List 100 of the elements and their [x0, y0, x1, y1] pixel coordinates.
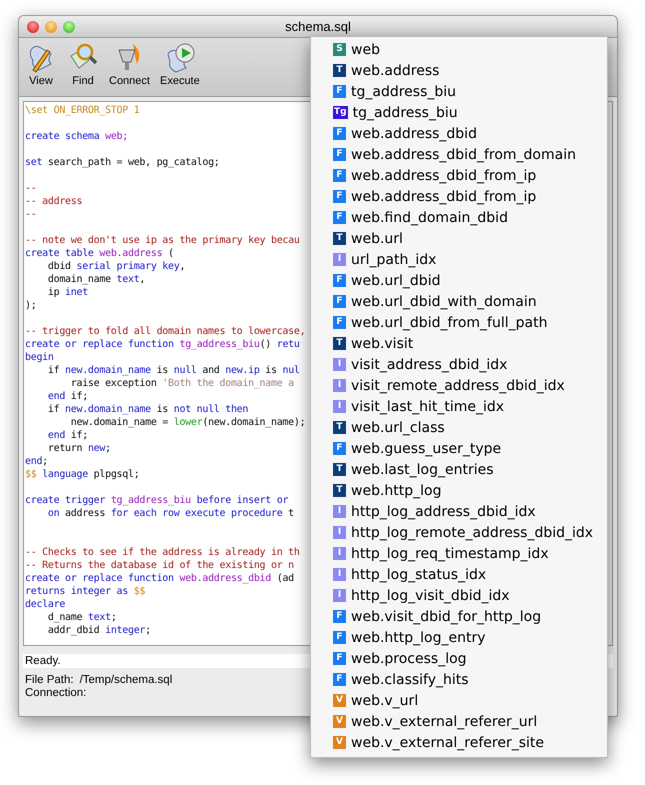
menu-item[interactable]: web.url_dbid_from_full_path [351, 314, 548, 330]
type-badge: F [333, 148, 346, 161]
menu-item[interactable]: http_log_req_timestamp_idx [351, 546, 549, 562]
menu-item[interactable]: web.address_dbid_from_domain [351, 146, 576, 162]
code-line: new.domain_name = lower(new.domain_name); [70, 416, 306, 429]
type-badge: T [333, 463, 346, 476]
type-badge: T [333, 484, 346, 497]
type-badge: T [333, 64, 346, 77]
toolbar-button[interactable]: Find [67, 42, 99, 94]
menu-item[interactable]: web.address_dbid [351, 126, 477, 142]
menu-item[interactable]: web.address_dbid_from_ip [351, 188, 536, 204]
code-line: -- address [25, 195, 82, 208]
toolbar-button[interactable]: View [25, 42, 57, 94]
type-badge: F [333, 316, 346, 329]
code-line: create or replace function tg_address_biu() retu [25, 338, 300, 351]
type-badge: I [333, 400, 346, 413]
code-line: on address for each row execute procedure t [46, 507, 294, 520]
type-badge: V [333, 736, 346, 749]
menu-item[interactable]: http_log_status_idx [351, 566, 486, 582]
type-badge: F [333, 442, 346, 455]
menu-item[interactable]: visit_address_dbid_idx [351, 356, 508, 372]
code-line: -- trigger to fold all domain names to lowercase, [25, 325, 306, 338]
code-line: addr_dbid integer; [46, 624, 151, 637]
type-badge: I [333, 505, 346, 518]
menu-item[interactable]: http_log_address_dbid_idx [351, 504, 536, 520]
type-badge: Tg [333, 106, 348, 119]
field-value: /Temp/schema.sql [80, 674, 172, 686]
menu-item[interactable]: tg_address_biu [352, 104, 458, 120]
code-line: returns integer as $$ [25, 585, 146, 598]
menu-item[interactable]: http_log_visit_dbid_idx [351, 588, 510, 604]
code-line: -- Checks to see if the address is already in th [25, 546, 300, 559]
code-line: create schema web; [25, 130, 128, 143]
menu-item[interactable]: http_log_remote_address_dbid_idx [351, 524, 594, 540]
code-line: create or replace function web.address_dbid (ad [25, 572, 294, 585]
type-badge: I [333, 253, 346, 266]
menu-item[interactable]: web.http_log_entry [351, 630, 486, 646]
field-label: File Path: [25, 674, 74, 686]
type-badge: F [333, 169, 346, 182]
type-badge: F [333, 274, 346, 287]
toolbar-button[interactable]: Execute [160, 42, 200, 94]
menu-item[interactable]: web [351, 42, 380, 58]
menu-item[interactable]: web.visit_dbid_for_http_log [351, 608, 542, 624]
code-line: -- note we don't use ip as the primary key becau [25, 234, 300, 247]
type-badge: I [333, 589, 346, 602]
type-badge: S [333, 43, 346, 56]
menu-item[interactable]: web.classify_hits [351, 672, 469, 688]
type-badge: T [333, 337, 346, 350]
type-badge: F [333, 610, 346, 623]
code-line: ); [25, 299, 36, 312]
code-line: end; [25, 455, 48, 468]
type-badge: F [333, 673, 346, 686]
code-line: begin [25, 351, 54, 364]
zoom-button[interactable] [63, 20, 75, 32]
menu-item[interactable]: web.url_class [351, 420, 445, 436]
code-line: set search_path = web, pg_catalog; [25, 156, 220, 169]
menu-item[interactable]: web.url [351, 230, 403, 246]
close-button[interactable] [27, 20, 39, 32]
menu-item[interactable]: visit_remote_address_dbid_idx [351, 378, 565, 394]
code-line: if new.domain_name is not null then [46, 403, 248, 416]
code-line: -- Returns the database id of the existing or n [25, 559, 294, 572]
menu-item[interactable]: web.address [351, 62, 440, 78]
code-line: dbid serial primary key, [46, 260, 186, 273]
code-line: ip inet [46, 286, 88, 299]
type-badge: T [333, 421, 346, 434]
type-badge: I [333, 358, 346, 371]
menu-item[interactable]: web.v_url [351, 692, 418, 708]
code-line: create table web.address ( [25, 247, 174, 260]
code-line: create trigger tg_address_biu before insert or [25, 494, 288, 507]
type-badge: V [333, 715, 346, 728]
menu-item[interactable]: web.last_log_entries [351, 462, 494, 478]
type-badge: V [333, 694, 346, 707]
menu-item[interactable]: url_path_idx [351, 252, 436, 268]
code-line: end if; [46, 429, 88, 442]
code-line: raise exception 'Both the domain_name a [70, 377, 294, 390]
menu-item[interactable]: web.visit [351, 336, 414, 352]
code-line: domain_name text, [46, 273, 146, 286]
menu-item[interactable]: web.http_log [351, 482, 442, 498]
toolbar-button[interactable]: Connect [109, 42, 150, 94]
code-line: declare [25, 598, 66, 611]
minimize-button[interactable] [45, 20, 57, 32]
code-line: d_name text; [46, 611, 117, 624]
type-badge: I [333, 526, 346, 539]
code-line: end if; [46, 390, 88, 403]
menu-item[interactable]: web.find_domain_dbid [351, 210, 508, 226]
code-line: $$ language plpgsql; [25, 468, 140, 481]
menu-item[interactable]: tg_address_biu [351, 84, 456, 100]
menu-item[interactable]: web.url_dbid [351, 272, 440, 288]
type-badge: F [333, 295, 346, 308]
type-badge: I [333, 379, 346, 392]
window-title: schema.sql [285, 19, 351, 34]
menu-item[interactable]: web.v_external_referer_site [351, 734, 544, 750]
menu-item[interactable]: web.guess_user_type [351, 440, 502, 456]
type-badge: F [333, 631, 346, 644]
menu-item[interactable]: web.url_dbid_with_domain [351, 294, 537, 310]
menu-item[interactable]: visit_last_hit_time_idx [351, 398, 504, 414]
code-line: -- [25, 208, 36, 221]
menu-item[interactable]: web.address_dbid_from_ip [351, 168, 536, 184]
field-label: Connection: [25, 687, 86, 699]
type-badge: I [333, 547, 346, 560]
menu-item[interactable]: web.v_external_referer_url [351, 714, 538, 730]
